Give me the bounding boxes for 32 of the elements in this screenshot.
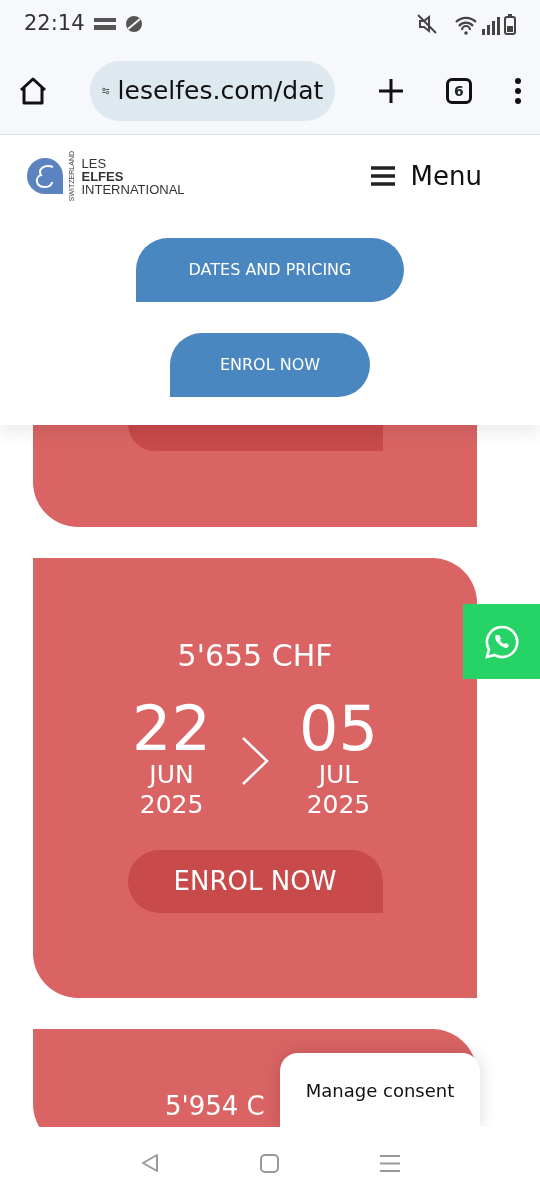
more-icon[interactable] [514,78,522,104]
back-icon[interactable] [140,1153,159,1173]
wifi-icon [454,14,478,35]
enrol-button[interactable]: ENROL NOW [170,333,370,398]
chevron-icon [241,736,269,786]
start-day-number: 22 [132,698,211,760]
menu-icon [370,166,395,187]
logo-text: INTERNATIONAL [81,182,185,196]
recents-icon[interactable] [379,1153,400,1173]
whatsapp-icon [484,624,519,659]
logo-text: LES [81,156,108,170]
logo-text: ELFES [81,169,125,183]
url-text: leselfes.com/dat [117,75,324,108]
address-bar[interactable]: leselfes.com/dat [90,61,336,121]
end-year-label: 2025 [306,790,371,820]
enrol-button[interactable]: ENROL NOW [127,850,383,913]
signal-icon [482,16,500,35]
new-tab-icon[interactable] [377,78,404,104]
clock: 22:14 [24,10,85,38]
home-icon[interactable] [18,77,48,105]
end-day-number: 05 [299,698,378,760]
battery-icon [504,13,516,35]
tab-count[interactable]: 6 [445,78,472,104]
logo-emblem-icon [27,158,63,195]
price: 5'954 C [165,1090,265,1123]
dates-pricing-button[interactable]: DATES AND PRICING [136,238,404,303]
start-year-label: 2025 [139,790,204,820]
start-month-label: JUN [149,760,194,790]
mute-icon [416,13,438,35]
menu-button[interactable]: Menu [370,156,482,196]
price: 5'655 CHF [177,637,333,675]
end-month-label: JUL [318,760,359,790]
